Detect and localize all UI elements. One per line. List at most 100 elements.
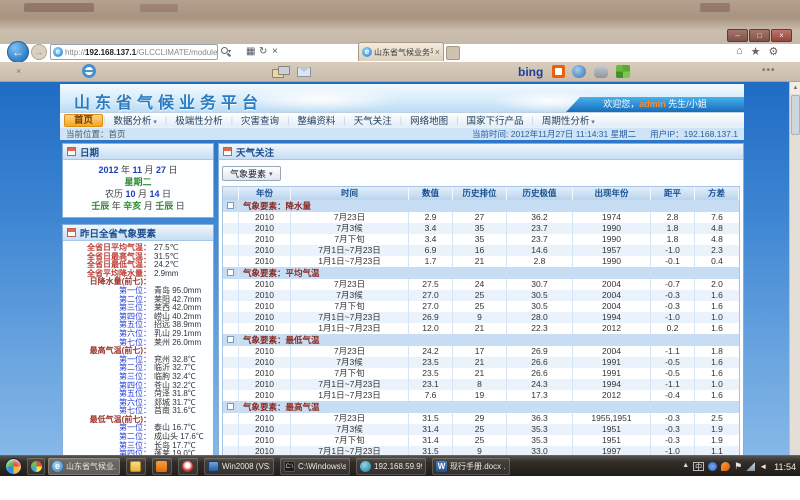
ime-indicator[interactable]: 中 xyxy=(693,462,704,471)
table-row[interactable]: 20107月1日~7月23日6.91614.61957-1.02.3 xyxy=(223,245,739,256)
help-ring-icon[interactable] xyxy=(82,64,96,78)
table-row[interactable]: 20107月23日31.52936.31955,1951-0.32.5 xyxy=(223,413,739,424)
settings-gear-icon[interactable]: ⚙ xyxy=(769,45,779,58)
table-row[interactable]: 20107月下旬3.43523.719901.84.8 xyxy=(223,234,739,245)
table-row[interactable]: 20101月1日~7月23日12.02122.320120.21.6 xyxy=(223,323,739,334)
minimize-button[interactable]: – xyxy=(727,29,748,42)
scrollbar-up-icon[interactable]: ▲ xyxy=(790,82,800,94)
table-row[interactable]: 20107月3候3.43523.719901.84.8 xyxy=(223,223,739,234)
group-checkbox[interactable] xyxy=(227,336,234,343)
menu-item-整编资料[interactable]: 整编资料 xyxy=(289,113,343,127)
taskbar-button-192.168.59.99...[interactable]: 192.168.59.99... xyxy=(356,458,426,475)
menu-item-灾害查询[interactable]: 灾害查询 xyxy=(233,113,287,127)
menu-item-网络地图[interactable]: 网络地图 xyxy=(402,113,456,127)
taskbar-button-media-app[interactable] xyxy=(178,458,198,475)
taskbar-button-山东省气候业..[interactable]: e山东省气候业.. xyxy=(48,458,120,475)
table-row[interactable]: 20107月23日24.21726.92004-1.11.8 xyxy=(223,346,739,357)
person-contact-icon[interactable] xyxy=(594,65,608,78)
table-cell: 2.3 xyxy=(695,245,739,256)
table-row[interactable]: 20107月3候23.52126.61991-0.51.6 xyxy=(223,357,739,368)
taskbar-button-Win2008 (VS2...[interactable]: Win2008 (VS2... xyxy=(204,458,274,475)
table-cell: 7月下旬 xyxy=(291,301,409,312)
table-row[interactable]: 20107月1日~7月23日26.9928.01994-1.01.0 xyxy=(223,312,739,323)
group-checkbox[interactable] xyxy=(227,269,234,276)
taskbar-button-label: 现行手册.docx ... xyxy=(450,461,506,472)
volume-icon[interactable]: ◄ xyxy=(759,462,767,471)
table-row[interactable]: 20101月1日~7月23日1.7212.81990-0.10.4 xyxy=(223,256,739,267)
menu-item-数据分析[interactable]: 数据分析 ▾ xyxy=(105,113,164,127)
more-commands-icon[interactable]: ••• xyxy=(762,65,776,76)
main-content: 天气关注 气象要素▾ 年份时间数值历史排位历史极值出现年份距平方差气象要素：降水… xyxy=(218,143,744,477)
taskbar-button-folder[interactable] xyxy=(126,458,146,475)
refresh-icon[interactable]: ↻ xyxy=(259,46,267,57)
menu-item-国家下行产品[interactable]: 国家下行产品 xyxy=(458,113,531,127)
favorites-star-icon[interactable]: ★ xyxy=(751,45,761,58)
table-cell: 1974 xyxy=(573,212,651,223)
green-puzzle-addon-icon[interactable] xyxy=(616,65,630,78)
browser-tab[interactable]: e 山东省气候业务平... × xyxy=(358,42,444,61)
taskbar-button-现行手册.docx ...[interactable]: W现行手册.docx ... xyxy=(432,458,510,475)
background-window-controls xyxy=(700,3,730,12)
table-row[interactable]: 20107月3候27.02530.52004-0.31.6 xyxy=(223,290,739,301)
mail-envelope-icon[interactable] xyxy=(297,67,311,77)
menu-item-极端性分析[interactable]: 极端性分析 xyxy=(167,113,231,127)
card-icon-2[interactable] xyxy=(278,66,290,75)
firefox-tray-icon[interactable] xyxy=(721,462,730,471)
table-row[interactable]: 20101月1日~7月23日7.61917.32012-0.41.6 xyxy=(223,390,739,401)
table-cell: 1994 xyxy=(573,312,651,323)
rdp-taskbar-icon xyxy=(208,461,219,472)
menu-item-首页[interactable]: 首页 xyxy=(64,114,103,127)
scrollbar-thumb[interactable] xyxy=(791,95,800,135)
maximize-button[interactable]: □ xyxy=(749,29,770,42)
table-cell: 2.0 xyxy=(695,279,739,290)
table-row[interactable]: 20107月下旬27.02530.52004-0.31.6 xyxy=(223,301,739,312)
background-window-title-2 xyxy=(140,4,178,12)
group-checkbox[interactable] xyxy=(227,202,234,209)
hidden-icons-arrow[interactable]: ▲ xyxy=(682,462,689,471)
table-cell: 2010 xyxy=(239,424,291,435)
status-line: 当前位置：首页 当前时间: 2012年11月27日 11:14:31 星期二用户… xyxy=(60,127,744,140)
close-button[interactable]: × xyxy=(771,29,792,42)
forward-button[interactable]: → xyxy=(31,44,47,60)
element-filter-button[interactable]: 气象要素▾ xyxy=(222,166,281,181)
taskbar-button-C:\Windows\s...[interactable]: C:\C:\Windows\s... xyxy=(280,458,350,475)
address-bar[interactable]: e http://192.168.137.1/GLCCLIMATE/module… xyxy=(50,44,218,60)
bing-search-box-icon[interactable] xyxy=(552,65,565,78)
taskbar-clock[interactable]: 11:54 xyxy=(774,462,796,472)
home-icon[interactable]: ⌂ xyxy=(736,45,743,58)
table-row[interactable]: 20107月1日~7月23日23.1824.31994-1.11.0 xyxy=(223,379,739,390)
camera-app-icon[interactable] xyxy=(572,65,586,78)
table-cell: 23.7 xyxy=(507,234,573,245)
table-row[interactable]: 20107月23日27.52430.72004-0.72.0 xyxy=(223,279,739,290)
start-button[interactable] xyxy=(5,458,22,475)
network-icon[interactable] xyxy=(746,462,755,471)
security-tray-icon[interactable] xyxy=(708,462,717,471)
table-cell: 1951 xyxy=(573,424,651,435)
taskbar-button-orange-app[interactable] xyxy=(152,458,172,475)
tab-close-icon[interactable]: × xyxy=(435,47,440,57)
table-cell: 1955,1951 xyxy=(573,413,651,424)
group-checkbox[interactable] xyxy=(227,403,234,410)
bing-logo[interactable]: bing xyxy=(518,65,543,79)
table-row[interactable]: 20107月23日2.92736.219742.87.6 xyxy=(223,212,739,223)
table-row[interactable]: 20107月下旬31.42535.31951-0.31.9 xyxy=(223,435,739,446)
action-center-flag-icon[interactable]: ⚑ xyxy=(734,462,742,471)
compatibility-view-icon[interactable]: ▦ xyxy=(246,46,255,57)
screenshot-padding xyxy=(0,476,800,500)
search-button[interactable]: ▾ xyxy=(221,45,243,60)
page-scrollbar[interactable]: ▲ xyxy=(789,82,800,455)
table-row[interactable]: 20107月3候31.42535.31951-0.31.9 xyxy=(223,424,739,435)
new-tab-button[interactable] xyxy=(446,46,460,60)
table-cell: 7月23日 xyxy=(291,413,409,424)
stop-icon[interactable]: × xyxy=(272,46,278,57)
table-row[interactable]: 20107月下旬23.52126.61991-0.51.6 xyxy=(223,368,739,379)
menu-item-天气关注[interactable]: 天气关注 xyxy=(346,113,400,127)
table-cell: -0.3 xyxy=(651,435,695,446)
back-button[interactable]: ← xyxy=(7,41,29,63)
menu-item-周期性分析[interactable]: 周期性分析 ▾ xyxy=(534,113,603,127)
toolbar-close-icon[interactable]: × xyxy=(16,66,21,76)
browser-toolbar-icons: ⌂ ★ ⚙ xyxy=(736,45,778,58)
orange-app-taskbar-icon xyxy=(156,461,167,472)
pinwheel-app-button[interactable] xyxy=(27,458,45,475)
table-cell: 7月下旬 xyxy=(291,234,409,245)
